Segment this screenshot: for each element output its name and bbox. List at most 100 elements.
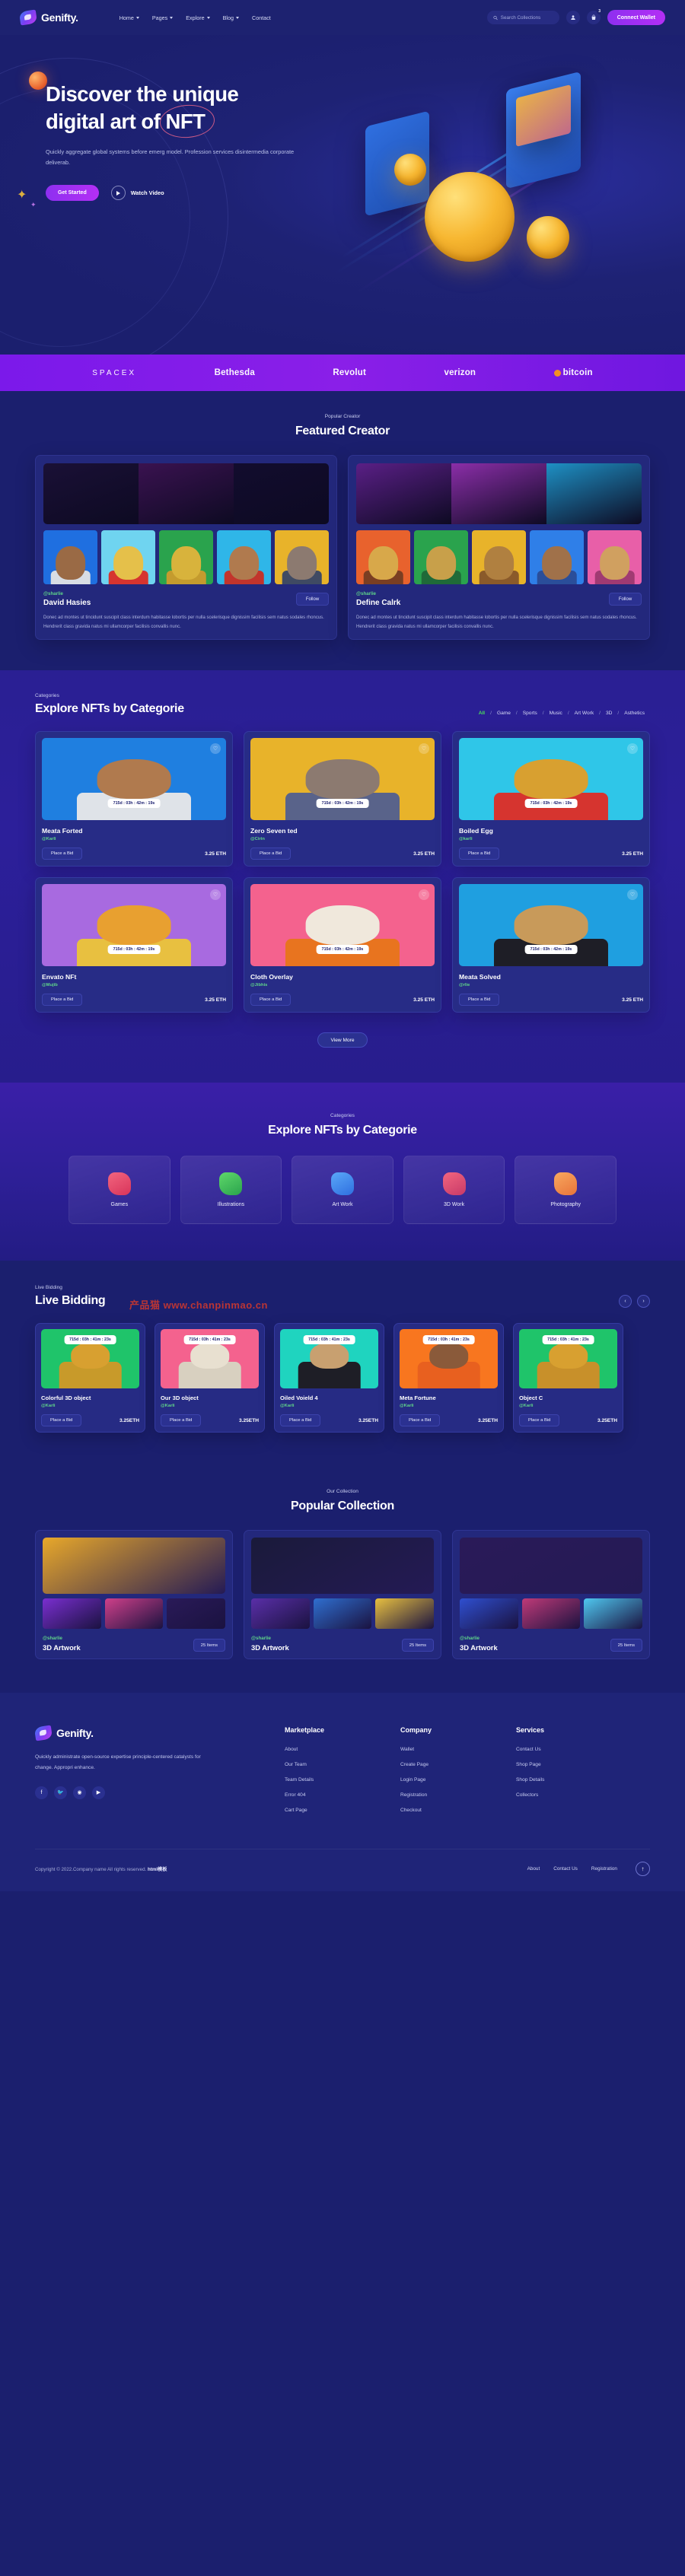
- footer-link[interactable]: Team Details: [285, 1777, 358, 1783]
- favorite-icon[interactable]: ♡: [627, 889, 638, 901]
- collection-card[interactable]: @sharlie 3D Artwork 25 Items: [244, 1530, 441, 1660]
- footer-bottom-link[interactable]: Registration: [591, 1866, 617, 1872]
- filter-music[interactable]: Music: [544, 711, 568, 716]
- footer-link[interactable]: Registration: [400, 1792, 473, 1798]
- favorite-icon[interactable]: ♡: [627, 743, 638, 755]
- brand-logo-verizon: verizon: [444, 368, 476, 377]
- footer-bottom-link[interactable]: Contact Us: [553, 1866, 578, 1872]
- brand-logo[interactable]: Genifty.: [18, 9, 78, 26]
- creator-card[interactable]: @sharlie Define Calrk Follow Donec ad mo…: [348, 455, 650, 641]
- filter-art-work[interactable]: Art Work: [569, 711, 600, 716]
- filter-asthetics[interactable]: Asthetics: [619, 711, 650, 716]
- brand-logo-spacex: SPACEX: [92, 369, 136, 377]
- footer-link[interactable]: Checkout: [400, 1808, 473, 1813]
- nft-card[interactable]: ♡ 715d : 03h : 42m : 19s Meata Solved @r…: [452, 877, 650, 1013]
- items-count-badge: 25 Items: [193, 1639, 225, 1652]
- collection-eyebrow: Our Collection: [327, 1489, 358, 1495]
- place-bid-button[interactable]: Place a Bid: [41, 1414, 82, 1427]
- search-input[interactable]: [500, 14, 553, 21]
- footer-link[interactable]: Collectors: [516, 1792, 589, 1798]
- nav-item-home[interactable]: Home: [119, 14, 139, 21]
- footer-link[interactable]: Contact Us: [516, 1747, 589, 1752]
- nav-item-explore[interactable]: Explore: [186, 14, 210, 21]
- countdown-timer: 715d : 03h : 42m : 19s: [107, 945, 161, 955]
- filter-game[interactable]: Game: [492, 711, 516, 716]
- category-card-art-work[interactable]: Art Work: [292, 1156, 393, 1225]
- nft-card[interactable]: ♡ 715d : 03h : 42m : 19s Meata Forted @K…: [35, 731, 233, 867]
- favorite-icon[interactable]: ♡: [419, 743, 429, 755]
- connect-wallet-button[interactable]: Connect Wallet: [607, 10, 665, 25]
- collection-card[interactable]: @sharlie 3D Artwork 25 Items: [452, 1530, 650, 1660]
- live-bid-card[interactable]: 715d : 03h : 41m : 23s Object C @Karli P…: [513, 1323, 623, 1433]
- footer-link[interactable]: Cart Page: [285, 1808, 358, 1813]
- nav-item-blog[interactable]: Blog: [223, 14, 240, 21]
- favorite-icon[interactable]: ♡: [419, 889, 429, 901]
- category-card-games[interactable]: Games: [68, 1156, 170, 1225]
- filter-sports[interactable]: Sports: [518, 711, 543, 716]
- place-bid-button[interactable]: Place a Bid: [280, 1414, 321, 1427]
- favorite-icon[interactable]: ♡: [210, 743, 221, 755]
- category-card-row: Games Illustrations Art Work 3D Work Pho…: [0, 1156, 685, 1225]
- follow-button[interactable]: Follow: [609, 593, 642, 606]
- nav-item-pages[interactable]: Pages: [152, 14, 174, 21]
- place-bid-button[interactable]: Place a Bid: [459, 994, 500, 1007]
- carousel-next-button[interactable]: ›: [637, 1295, 650, 1309]
- filter-3d[interactable]: 3D: [601, 711, 617, 716]
- category-card-illustrations[interactable]: Illustrations: [180, 1156, 282, 1225]
- get-started-button[interactable]: Get Started: [46, 185, 99, 202]
- instagram-icon[interactable]: ◉: [73, 1786, 86, 1799]
- collection-footer: @sharlie 3D Artwork 25 Items: [251, 1636, 434, 1652]
- place-bid-button[interactable]: Place a Bid: [161, 1414, 202, 1427]
- nft-card[interactable]: ♡ 715d : 03h : 42m : 19s Envato NFt @Muj…: [35, 877, 233, 1013]
- footer-link[interactable]: Login Page: [400, 1777, 473, 1783]
- cart-button[interactable]: 3: [586, 8, 603, 24]
- back-to-top-button[interactable]: ↑: [636, 1862, 650, 1877]
- footer-link[interactable]: Create Page: [400, 1762, 473, 1767]
- nav-item-contact[interactable]: Contact: [252, 14, 271, 21]
- brand-logo-revolut: Revolut: [333, 368, 366, 377]
- footer-link[interactable]: Error 404: [285, 1792, 358, 1798]
- favorite-icon[interactable]: ♡: [210, 889, 221, 901]
- category-label: 3D Work: [444, 1202, 465, 1208]
- place-bid-button[interactable]: Place a Bid: [250, 848, 292, 860]
- footer-link[interactable]: About: [285, 1747, 358, 1752]
- nft-card[interactable]: ♡ 715d : 03h : 42m : 19s Zero Seven ted …: [244, 731, 441, 867]
- view-more-button[interactable]: View More: [317, 1032, 368, 1048]
- footer-bottom-link[interactable]: About: [527, 1866, 540, 1872]
- creator-card[interactable]: @sharlie David Hasies Follow Donec ad mo…: [35, 455, 337, 641]
- carousel-prev-button[interactable]: ‹: [619, 1295, 632, 1309]
- footer-link[interactable]: Shop Page: [516, 1762, 589, 1767]
- live-bid-card[interactable]: 715d : 03h : 41m : 23s Oiled Voield 4 @K…: [274, 1323, 384, 1433]
- filter-all[interactable]: All: [473, 711, 490, 716]
- search-box[interactable]: [486, 11, 559, 24]
- live-bid-card[interactable]: 715d : 03h : 41m : 23s Colorful 3D objec…: [35, 1323, 145, 1433]
- collection-card[interactable]: @sharlie 3D Artwork 25 Items: [35, 1530, 233, 1660]
- follow-button[interactable]: Follow: [296, 593, 329, 606]
- watch-video-button[interactable]: Watch Video: [110, 186, 164, 201]
- place-bid-button[interactable]: Place a Bid: [459, 848, 500, 860]
- footer-link[interactable]: Shop Details: [516, 1777, 589, 1783]
- live-bid-card[interactable]: 715d : 03h : 41m : 23s Meta Fortune @Kar…: [393, 1323, 504, 1433]
- pencil-icon: [219, 1172, 243, 1196]
- footer-logo[interactable]: Genifty.: [33, 1725, 218, 1741]
- nft-card[interactable]: ♡ 715d : 03h : 42m : 19s Cloth Overlay @…: [244, 877, 441, 1013]
- collection-footer: @sharlie 3D Artwork 25 Items: [460, 1636, 642, 1652]
- place-bid-button[interactable]: Place a Bid: [42, 994, 83, 1007]
- youtube-icon[interactable]: ▶: [92, 1786, 105, 1799]
- place-bid-button[interactable]: Place a Bid: [250, 994, 292, 1007]
- category-card-photography[interactable]: Photography: [515, 1156, 616, 1225]
- footer-link[interactable]: Our Team: [285, 1762, 358, 1767]
- nft-card[interactable]: ♡ 715d : 03h : 42m : 19s Boiled Egg @kar…: [452, 731, 650, 867]
- facebook-icon[interactable]: f: [35, 1786, 48, 1799]
- countdown-timer: 715d : 03h : 42m : 19s: [524, 799, 578, 809]
- live-bid-card[interactable]: 715d : 03h : 41m : 23s Our 3D object @Ka…: [155, 1323, 265, 1433]
- collection-name: 3D Artwork: [460, 1643, 498, 1652]
- place-bid-button[interactable]: Place a Bid: [400, 1414, 441, 1427]
- user-account-button[interactable]: [566, 11, 580, 24]
- twitter-icon[interactable]: 🐦: [54, 1786, 67, 1799]
- place-bid-button[interactable]: Place a Bid: [519, 1414, 560, 1427]
- place-bid-button[interactable]: Place a Bid: [42, 848, 83, 860]
- footer-link[interactable]: Wallet: [400, 1747, 473, 1752]
- gear-icon: [442, 1172, 466, 1196]
- category-card-3d-work[interactable]: 3D Work: [403, 1156, 505, 1225]
